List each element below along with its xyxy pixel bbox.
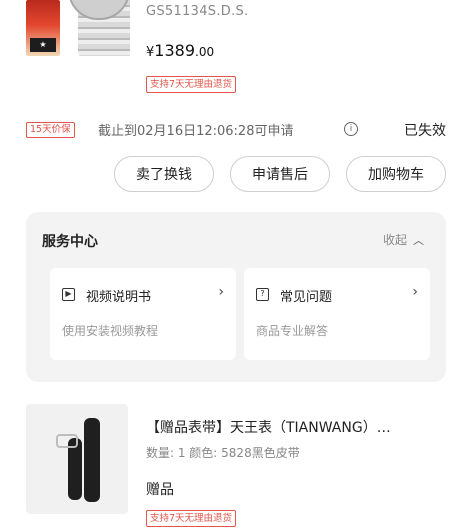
gift-product-image[interactable] <box>26 404 128 514</box>
price-integer: 1389 <box>154 41 195 60</box>
info-icon[interactable]: i <box>344 122 358 136</box>
product-price: ¥1389.00 <box>146 41 214 60</box>
price-protect-row: 15天价保 截止到02月16日12:06:28可申请 i 已失效 <box>26 120 450 140</box>
price-protect-badge: 15天价保 <box>26 122 75 138</box>
service-item-label: 视频说明书 <box>86 290 152 305</box>
service-center: 服务中心 收起 ︿ ▶ 视频说明书 › 使用安装视频教程 ? 常见问题 › 商品专… <box>26 212 446 382</box>
gift-product-spec: 数量: 1 颜色: 5828黑色皮带 <box>146 446 300 460</box>
price-protect-deadline: 截止到02月16日12:06:28可申请 <box>98 124 294 139</box>
gift-tag: 赠品 <box>146 482 174 498</box>
service-center-title: 服务中心 <box>42 234 98 250</box>
product-thumbnail: ★ <box>26 0 60 56</box>
service-item-label: 常见问题 <box>280 290 333 305</box>
sell-button[interactable]: 卖了换钱 <box>114 156 214 192</box>
service-item-faq[interactable]: ? 常见问题 › 商品专业解答 <box>244 268 430 360</box>
buckle-image <box>56 434 78 448</box>
order-detail-card: ★ GS51134S.D.S. ¥1389.00 支持7天无理由退货 15天价保… <box>0 0 472 530</box>
service-item-video-manual[interactable]: ▶ 视频说明书 › 使用安装视频教程 <box>50 268 236 360</box>
return-policy-badge: 支持7天无理由退货 <box>146 76 237 93</box>
price-decimal: .00 <box>195 45 215 59</box>
chevron-right-icon: › <box>412 284 418 300</box>
gift-product-title[interactable]: 【赠品表带】天王表（TIANWANG）… <box>146 417 446 437</box>
question-icon: ? <box>256 288 269 301</box>
after-sales-button[interactable]: 申请售后 <box>230 156 330 192</box>
gift-return-policy-badge: 支持7天无理由退货 <box>146 510 237 527</box>
product-image[interactable]: ★ <box>22 0 130 60</box>
collapse-button[interactable]: 收起 ︿ <box>383 231 424 248</box>
thumbnail-tag: ★ <box>30 38 56 52</box>
strap-image <box>84 418 100 502</box>
play-icon: ▶ <box>62 288 75 301</box>
collapse-label: 收起 <box>382 233 407 247</box>
chevron-up-icon: ︿ <box>413 234 424 247</box>
chevron-right-icon: › <box>218 284 224 300</box>
add-to-cart-button[interactable]: 加购物车 <box>346 156 446 192</box>
product-model: GS51134S.D.S. <box>146 4 249 19</box>
service-item-desc: 商品专业解答 <box>256 324 329 338</box>
service-item-desc: 使用安装视频教程 <box>62 324 159 338</box>
price-protect-status: 已失效 <box>404 123 446 139</box>
